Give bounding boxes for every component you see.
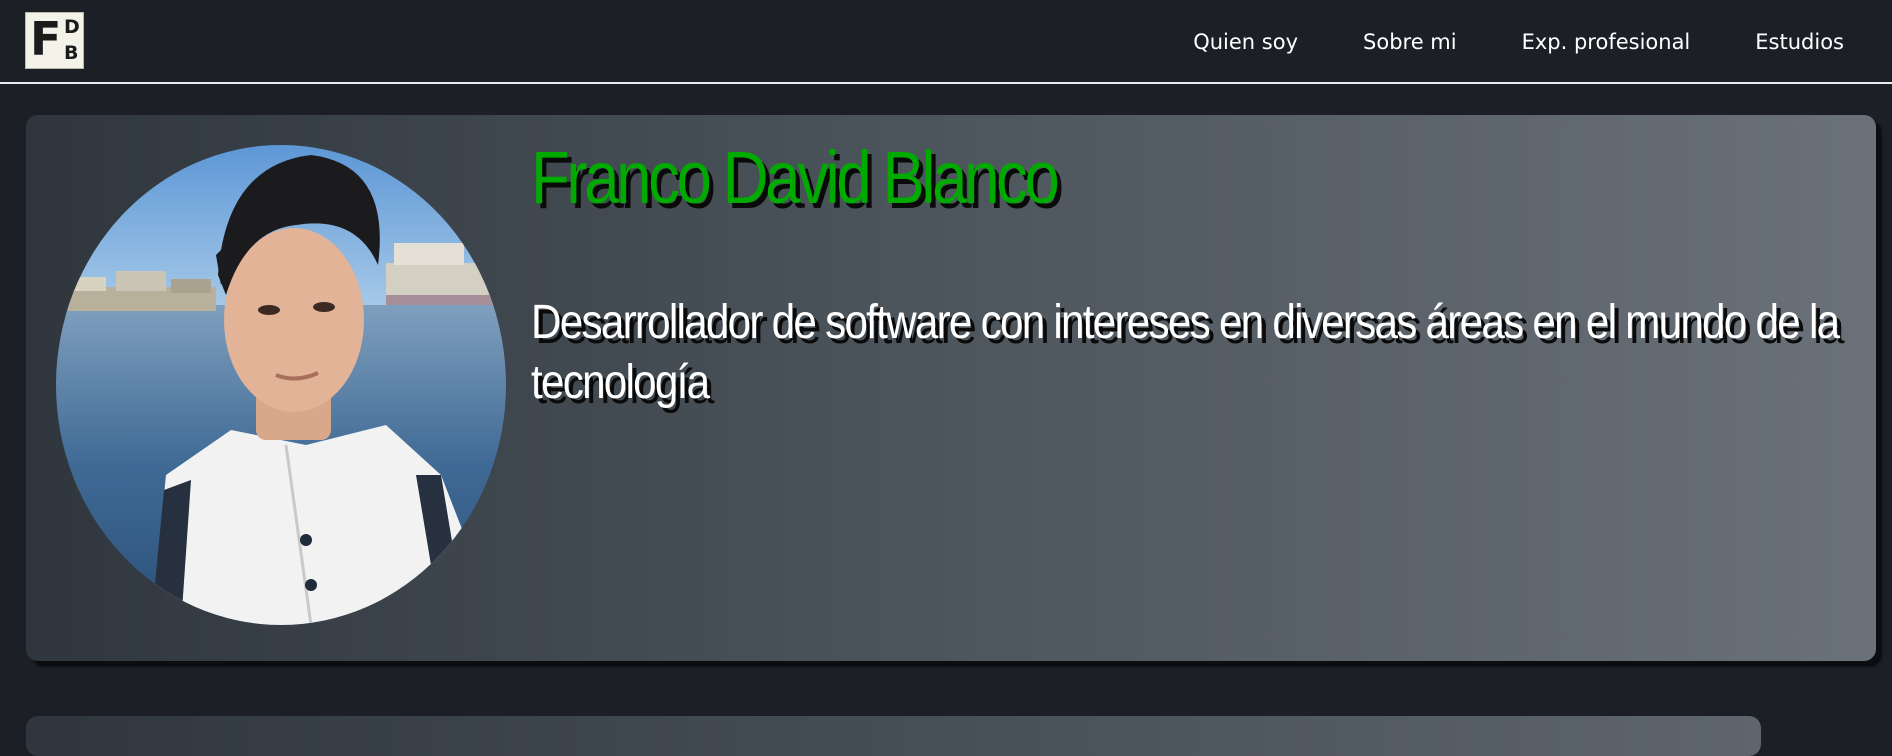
- nav-link-sobre-mi[interactable]: Sobre mi: [1363, 30, 1457, 54]
- profile-name: Franco David Blanco: [531, 136, 1060, 219]
- hero-card: Franco David Blanco Desarrollador de sof…: [26, 115, 1876, 661]
- navbar: F D B Quien soy Sobre mi Exp. profesiona…: [0, 0, 1892, 84]
- profile-photo-illustration: [56, 145, 506, 625]
- nav-link-estudios[interactable]: Estudios: [1755, 30, 1844, 54]
- nav-link-quien-soy[interactable]: Quien soy: [1193, 30, 1298, 54]
- logo-letter-d: D: [64, 16, 80, 38]
- next-section-card: [26, 716, 1761, 756]
- logo-letter-f: F: [30, 12, 61, 66]
- nav-link-exp-profesional[interactable]: Exp. profesional: [1522, 30, 1691, 54]
- profile-tagline: Desarrollador de software con intereses …: [531, 296, 1840, 409]
- nav-menu: Quien soy Sobre mi Exp. profesional Estu…: [1193, 0, 1844, 84]
- logo-letter-b: B: [64, 42, 79, 64]
- fdb-logo[interactable]: F D B: [25, 12, 84, 69]
- profile-photo: [56, 145, 506, 625]
